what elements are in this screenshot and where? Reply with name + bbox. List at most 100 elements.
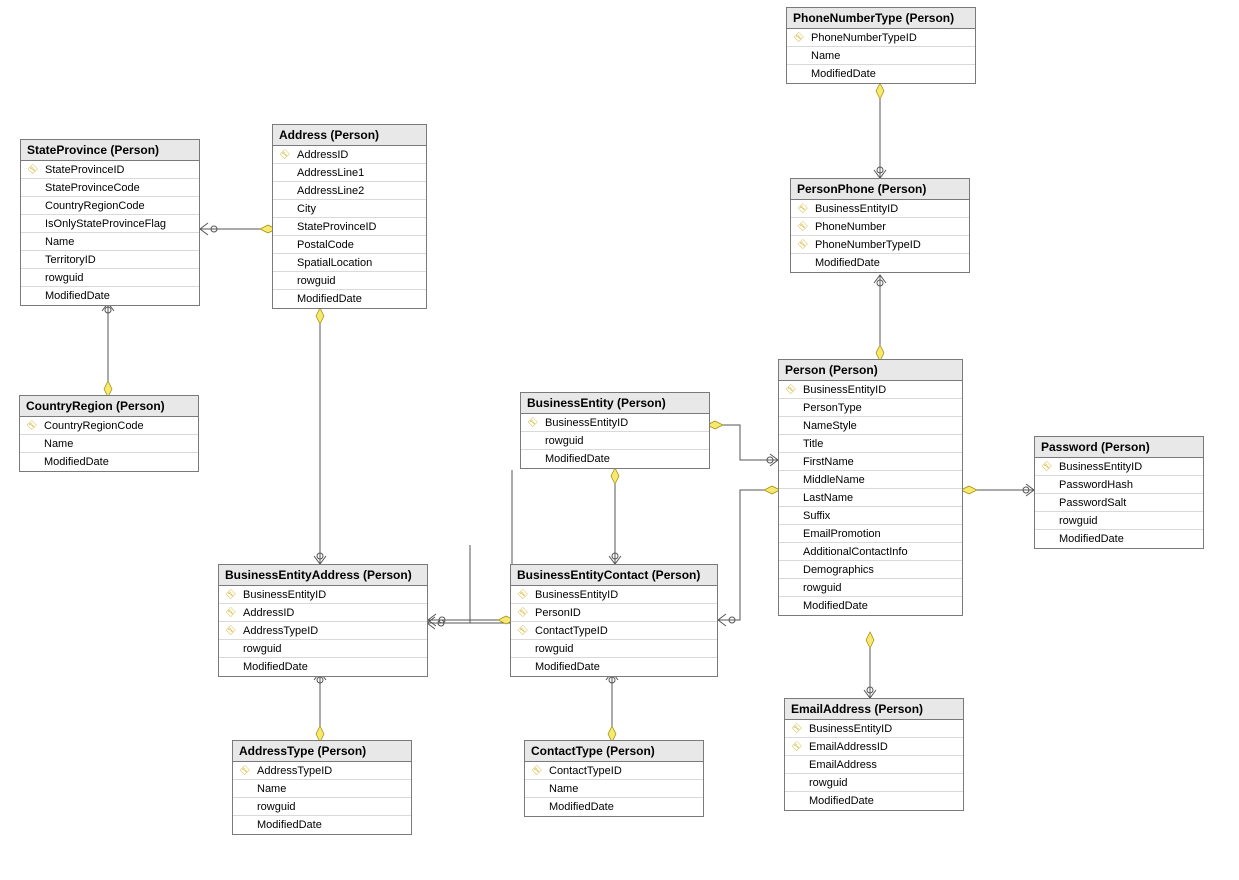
column-name: ModifiedDate: [293, 293, 362, 305]
column-row[interactable]: rowguid: [785, 774, 963, 792]
entity-person[interactable]: Person (Person)⚿BusinessEntityIDPersonTy…: [778, 359, 963, 616]
column-row[interactable]: ⚿ContactTypeID: [511, 622, 717, 640]
column-row[interactable]: ⚿BusinessEntityID: [1035, 458, 1203, 476]
column-row[interactable]: rowguid: [273, 272, 426, 290]
column-row[interactable]: ModifiedDate: [521, 450, 709, 468]
column-row[interactable]: ModifiedDate: [233, 816, 411, 834]
column-row[interactable]: ModifiedDate: [511, 658, 717, 676]
entity-businessentity[interactable]: BusinessEntity (Person)⚿BusinessEntityID…: [520, 392, 710, 469]
primary-key-icon: ⚿: [225, 590, 239, 600]
column-row[interactable]: PasswordSalt: [1035, 494, 1203, 512]
column-row[interactable]: ⚿BusinessEntityID: [779, 381, 962, 399]
column-row[interactable]: ⚿BusinessEntityID: [785, 720, 963, 738]
column-row[interactable]: City: [273, 200, 426, 218]
column-row[interactable]: SpatialLocation: [273, 254, 426, 272]
entity-header[interactable]: EmailAddress (Person): [785, 699, 963, 720]
column-row[interactable]: ModifiedDate: [787, 65, 975, 83]
column-row[interactable]: StateProvinceCode: [21, 179, 199, 197]
column-row[interactable]: ⚿AddressTypeID: [219, 622, 427, 640]
column-row[interactable]: LastName: [779, 489, 962, 507]
column-row[interactable]: Name: [525, 780, 703, 798]
column-row[interactable]: rowguid: [511, 640, 717, 658]
entity-address[interactable]: Address (Person)⚿AddressIDAddressLine1Ad…: [272, 124, 427, 309]
column-row[interactable]: StateProvinceID: [273, 218, 426, 236]
column-row[interactable]: TerritoryID: [21, 251, 199, 269]
column-row[interactable]: rowguid: [219, 640, 427, 658]
column-row[interactable]: ⚿CountryRegionCode: [20, 417, 198, 435]
column-row[interactable]: ⚿AddressID: [273, 146, 426, 164]
column-row[interactable]: ⚿EmailAddressID: [785, 738, 963, 756]
column-row[interactable]: ⚿AddressID: [219, 604, 427, 622]
entity-header[interactable]: Person (Person): [779, 360, 962, 381]
column-row[interactable]: ModifiedDate: [779, 597, 962, 615]
column-row[interactable]: ModifiedDate: [273, 290, 426, 308]
column-row[interactable]: ⚿BusinessEntityID: [521, 414, 709, 432]
column-row[interactable]: rowguid: [1035, 512, 1203, 530]
column-row[interactable]: ⚿PhoneNumberTypeID: [787, 29, 975, 47]
column-row[interactable]: IsOnlyStateProvinceFlag: [21, 215, 199, 233]
column-row[interactable]: AddressLine2: [273, 182, 426, 200]
entity-header[interactable]: BusinessEntity (Person): [521, 393, 709, 414]
column-name: SpatialLocation: [293, 257, 372, 269]
column-row[interactable]: ModifiedDate: [21, 287, 199, 305]
entity-personphone[interactable]: PersonPhone (Person)⚿BusinessEntityID⚿Ph…: [790, 178, 970, 273]
entity-password[interactable]: Password (Person)⚿BusinessEntityIDPasswo…: [1034, 436, 1204, 549]
column-row[interactable]: Title: [779, 435, 962, 453]
column-row[interactable]: ⚿StateProvinceID: [21, 161, 199, 179]
entity-businessentitycontact[interactable]: BusinessEntityContact (Person)⚿BusinessE…: [510, 564, 718, 677]
column-row[interactable]: Name: [20, 435, 198, 453]
column-row[interactable]: MiddleName: [779, 471, 962, 489]
column-row[interactable]: ⚿ContactTypeID: [525, 762, 703, 780]
column-row[interactable]: PasswordHash: [1035, 476, 1203, 494]
column-row[interactable]: Name: [787, 47, 975, 65]
column-row[interactable]: ModifiedDate: [219, 658, 427, 676]
column-row[interactable]: PostalCode: [273, 236, 426, 254]
column-name: ModifiedDate: [805, 795, 874, 807]
column-row[interactable]: ⚿PhoneNumberTypeID: [791, 236, 969, 254]
column-row[interactable]: ⚿PhoneNumber: [791, 218, 969, 236]
column-row[interactable]: AdditionalContactInfo: [779, 543, 962, 561]
entity-contacttype[interactable]: ContactType (Person)⚿ContactTypeIDNameMo…: [524, 740, 704, 817]
entity-header[interactable]: AddressType (Person): [233, 741, 411, 762]
column-row[interactable]: rowguid: [521, 432, 709, 450]
column-row[interactable]: Demographics: [779, 561, 962, 579]
entity-header[interactable]: PhoneNumberType (Person): [787, 8, 975, 29]
entity-header[interactable]: StateProvince (Person): [21, 140, 199, 161]
entity-header[interactable]: Password (Person): [1035, 437, 1203, 458]
column-row[interactable]: EmailAddress: [785, 756, 963, 774]
column-row[interactable]: ModifiedDate: [20, 453, 198, 471]
column-row[interactable]: ModifiedDate: [525, 798, 703, 816]
entity-addresstype[interactable]: AddressType (Person)⚿AddressTypeIDNamero…: [232, 740, 412, 835]
column-row[interactable]: FirstName: [779, 453, 962, 471]
entity-header[interactable]: BusinessEntityContact (Person): [511, 565, 717, 586]
entity-countryregion[interactable]: CountryRegion (Person)⚿CountryRegionCode…: [19, 395, 199, 472]
entity-header[interactable]: CountryRegion (Person): [20, 396, 198, 417]
column-row[interactable]: ModifiedDate: [785, 792, 963, 810]
column-row[interactable]: ⚿BusinessEntityID: [219, 586, 427, 604]
column-row[interactable]: rowguid: [21, 269, 199, 287]
column-row[interactable]: ⚿BusinessEntityID: [511, 586, 717, 604]
column-row[interactable]: Suffix: [779, 507, 962, 525]
entity-emailaddress[interactable]: EmailAddress (Person)⚿BusinessEntityID⚿E…: [784, 698, 964, 811]
column-row[interactable]: PersonType: [779, 399, 962, 417]
column-row[interactable]: ModifiedDate: [791, 254, 969, 272]
column-row[interactable]: rowguid: [779, 579, 962, 597]
column-row[interactable]: AddressLine1: [273, 164, 426, 182]
entity-header[interactable]: ContactType (Person): [525, 741, 703, 762]
column-row[interactable]: Name: [233, 780, 411, 798]
entity-header[interactable]: PersonPhone (Person): [791, 179, 969, 200]
entity-header[interactable]: BusinessEntityAddress (Person): [219, 565, 427, 586]
column-row[interactable]: rowguid: [233, 798, 411, 816]
column-row[interactable]: NameStyle: [779, 417, 962, 435]
column-row[interactable]: ModifiedDate: [1035, 530, 1203, 548]
column-row[interactable]: Name: [21, 233, 199, 251]
column-row[interactable]: EmailPromotion: [779, 525, 962, 543]
column-row[interactable]: ⚿BusinessEntityID: [791, 200, 969, 218]
column-row[interactable]: ⚿PersonID: [511, 604, 717, 622]
column-row[interactable]: CountryRegionCode: [21, 197, 199, 215]
entity-stateprovince[interactable]: StateProvince (Person)⚿StateProvinceIDSt…: [20, 139, 200, 306]
entity-header[interactable]: Address (Person): [273, 125, 426, 146]
entity-phonenumbertype[interactable]: PhoneNumberType (Person)⚿PhoneNumberType…: [786, 7, 976, 84]
entity-businessentityaddress[interactable]: BusinessEntityAddress (Person)⚿BusinessE…: [218, 564, 428, 677]
column-row[interactable]: ⚿AddressTypeID: [233, 762, 411, 780]
